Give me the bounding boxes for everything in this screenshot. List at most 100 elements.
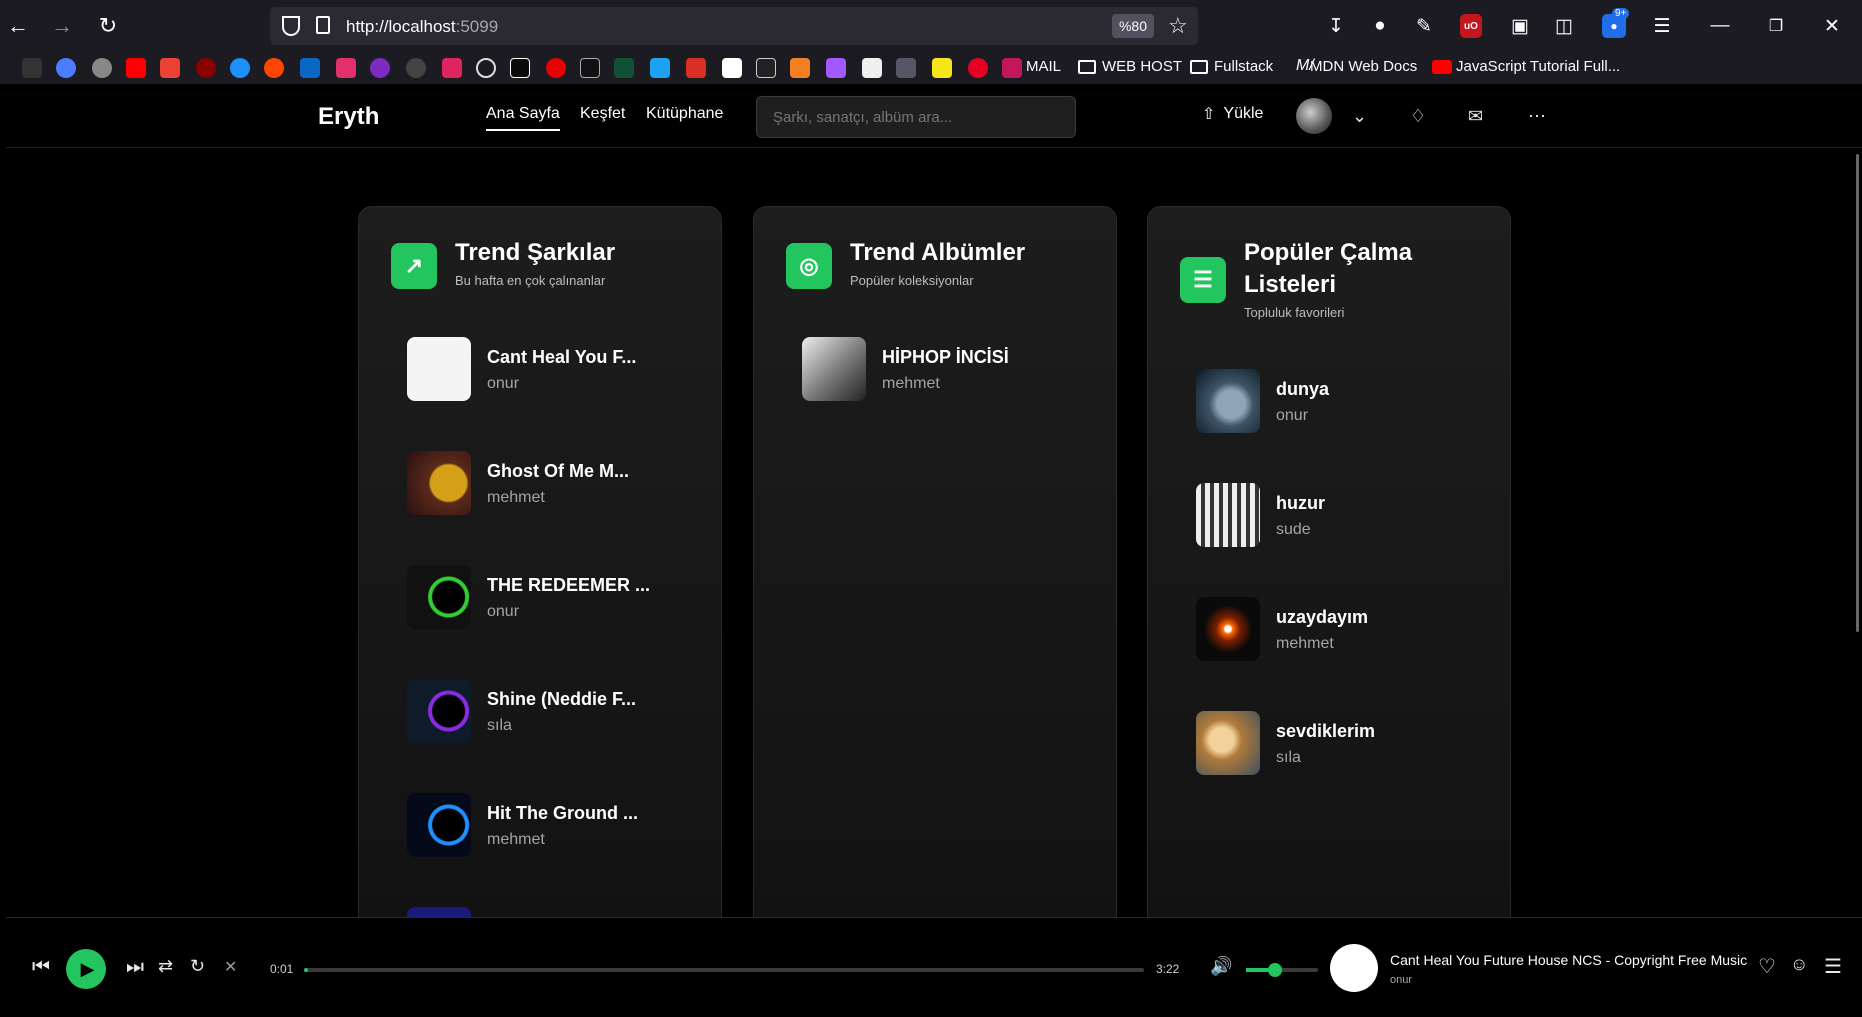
bookmark-favicon[interactable] bbox=[336, 58, 356, 78]
bookmark-js-tutorial[interactable]: JavaScript Tutorial Full... bbox=[1456, 58, 1620, 75]
repeat-icon[interactable]: ↻ bbox=[190, 956, 205, 977]
download-icon[interactable]: ↧ bbox=[1322, 12, 1350, 40]
volume-slider[interactable] bbox=[1246, 963, 1318, 977]
progress-bar[interactable] bbox=[304, 968, 1144, 972]
card-subtitle: Topluluk favorileri bbox=[1244, 305, 1345, 320]
trend-songs-card: ↗ Trend Şarkılar Bu hafta en çok çalınan… bbox=[358, 206, 722, 936]
bookmark-favicon[interactable] bbox=[546, 58, 566, 78]
song-cover bbox=[407, 337, 471, 401]
list-item[interactable]: HİPHOP İNCİSİ mehmet bbox=[802, 337, 1092, 401]
bookmark-favicon[interactable] bbox=[406, 58, 426, 78]
mail-icon[interactable]: ✉ bbox=[1468, 106, 1483, 127]
url-bar[interactable]: http://localhost:5099 %80 ☆ bbox=[270, 7, 1198, 45]
list-item[interactable]: dunya onur bbox=[1196, 369, 1486, 433]
bookmark-favicon[interactable] bbox=[126, 58, 146, 78]
restore-icon[interactable]: ❐ bbox=[1762, 12, 1790, 40]
bookmark-fullstack[interactable]: Fullstack bbox=[1214, 58, 1273, 75]
forward-icon[interactable]: → bbox=[48, 12, 76, 40]
song-artist: mehmet bbox=[487, 831, 545, 848]
now-playing-artist[interactable]: onur bbox=[1390, 974, 1412, 986]
bookmark-web-host[interactable]: WEB HOST bbox=[1102, 58, 1182, 75]
previous-icon[interactable]: ⏮ bbox=[32, 956, 50, 979]
list-item[interactable]: Ghost Of Me M... mehmet bbox=[407, 451, 697, 515]
play-icon: ▶ bbox=[80, 958, 95, 979]
shield-icon[interactable] bbox=[282, 16, 300, 36]
minimize-icon[interactable]: — bbox=[1706, 12, 1734, 40]
play-button[interactable]: ▶ bbox=[66, 949, 106, 989]
shuffle-icon[interactable]: ⇄ bbox=[158, 956, 173, 977]
bookmark-favicon[interactable] bbox=[580, 58, 600, 78]
bookmark-favicon[interactable] bbox=[300, 58, 320, 78]
bookmark-favicon[interactable] bbox=[476, 58, 496, 78]
bookmark-favicon[interactable] bbox=[614, 58, 634, 78]
bell-icon[interactable]: ♢ bbox=[1410, 106, 1426, 127]
bookmark-favicon[interactable] bbox=[790, 58, 810, 78]
next-icon[interactable]: ⏭ bbox=[126, 956, 144, 979]
close-window-icon[interactable]: ✕ bbox=[1818, 12, 1846, 40]
bookmark-favicon[interactable] bbox=[230, 58, 250, 78]
nav-library[interactable]: Kütüphane bbox=[646, 105, 723, 123]
list-item[interactable]: THE REDEEMER ... onur bbox=[407, 565, 697, 629]
song-artist: mehmet bbox=[487, 489, 545, 506]
list-item[interactable]: huzur sude bbox=[1196, 483, 1486, 547]
bookmark-favicon[interactable] bbox=[92, 58, 112, 78]
back-icon[interactable]: ← bbox=[4, 12, 32, 40]
chevron-down-icon[interactable]: ⌄ bbox=[1352, 106, 1367, 127]
bookmark-favicon[interactable] bbox=[896, 58, 916, 78]
bookmark-favicon[interactable] bbox=[22, 58, 42, 78]
add-user-icon[interactable]: ☺ bbox=[1790, 954, 1808, 975]
extensions-icon[interactable]: ✎ bbox=[1410, 12, 1438, 40]
now-playing-title[interactable]: Cant Heal You Future House NCS - Copyrig… bbox=[1390, 952, 1747, 968]
bookmark-favicon[interactable] bbox=[756, 58, 776, 78]
bookmark-mail[interactable]: MAIL bbox=[1026, 58, 1061, 75]
ublock-icon[interactable]: uO bbox=[1460, 14, 1482, 38]
youtube-icon bbox=[1432, 60, 1452, 74]
bookmark-favicon[interactable] bbox=[686, 58, 706, 78]
avatar[interactable] bbox=[1296, 98, 1332, 134]
now-playing-cover[interactable] bbox=[1330, 944, 1378, 992]
search-input[interactable] bbox=[756, 96, 1076, 138]
url-text[interactable]: http://localhost:5099 bbox=[346, 17, 498, 37]
bookmark-favicon[interactable] bbox=[968, 58, 988, 78]
zoom-badge[interactable]: %80 bbox=[1112, 14, 1154, 38]
duration: 3:22 bbox=[1156, 962, 1180, 976]
upload-button[interactable]: ⇧ Yükle bbox=[1202, 104, 1263, 124]
account-icon[interactable]: ● bbox=[1366, 12, 1394, 40]
card-subtitle: Popüler koleksiyonlar bbox=[850, 273, 974, 288]
bookmark-favicon[interactable] bbox=[160, 58, 180, 78]
bookmark-favicon[interactable] bbox=[862, 58, 882, 78]
bookmark-favicon[interactable] bbox=[370, 58, 390, 78]
reload-icon[interactable]: ↻ bbox=[94, 12, 122, 40]
nav-discover[interactable]: Keşfet bbox=[580, 105, 625, 123]
sidebar-icon[interactable]: ◫ bbox=[1550, 12, 1578, 40]
bookmark-favicon[interactable] bbox=[722, 58, 742, 78]
bookmark-favicon[interactable] bbox=[932, 58, 952, 78]
menu-icon[interactable]: ☰ bbox=[1648, 12, 1676, 40]
container-icon[interactable]: ▣ bbox=[1506, 12, 1534, 40]
nav-home[interactable]: Ana Sayfa bbox=[486, 105, 560, 131]
page-scrollbar[interactable] bbox=[1856, 154, 1859, 632]
bookmark-favicon[interactable] bbox=[510, 58, 530, 78]
app-logo[interactable]: Eryth bbox=[318, 103, 379, 131]
star-icon[interactable]: ☆ bbox=[1168, 13, 1188, 39]
bookmark-favicon[interactable] bbox=[264, 58, 284, 78]
bookmark-favicon[interactable] bbox=[650, 58, 670, 78]
bookmark-favicon[interactable] bbox=[196, 58, 216, 78]
mail-favicon[interactable] bbox=[1002, 58, 1022, 78]
list-item[interactable]: uzaydayım mehmet bbox=[1196, 597, 1486, 661]
song-cover bbox=[407, 451, 471, 515]
more-icon[interactable]: ⋯ bbox=[1528, 106, 1546, 127]
queue-icon[interactable]: ☰ bbox=[1824, 954, 1842, 979]
list-item[interactable]: Hit The Ground ... mehmet bbox=[407, 793, 697, 857]
volume-handle[interactable] bbox=[1267, 963, 1282, 977]
bookmark-mdn[interactable]: MDN Web Docs bbox=[1310, 58, 1417, 75]
volume-icon[interactable]: 🔊 bbox=[1210, 956, 1232, 977]
bookmark-favicon[interactable] bbox=[826, 58, 846, 78]
heart-icon[interactable]: ♡ bbox=[1758, 954, 1776, 979]
list-item[interactable]: Shine (Neddie F... sıla bbox=[407, 679, 697, 743]
bookmark-favicon[interactable] bbox=[56, 58, 76, 78]
close-icon[interactable]: ✕ bbox=[224, 957, 237, 977]
bookmark-favicon[interactable] bbox=[442, 58, 462, 78]
list-item[interactable]: Cant Heal You F... onur bbox=[407, 337, 697, 401]
list-item[interactable]: sevdiklerim sıla bbox=[1196, 711, 1486, 775]
